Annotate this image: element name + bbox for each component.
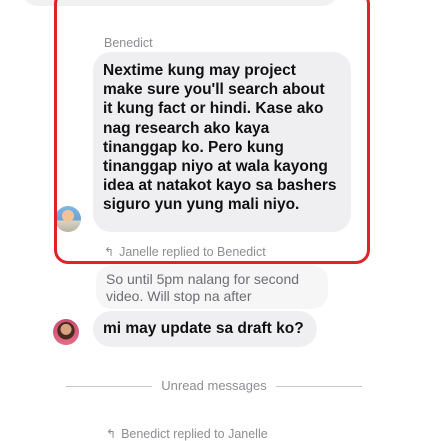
quoted-message[interactable]: So until 5pm nalang for second video. Wi… [96,265,328,309]
previous-message-bubble[interactable] [20,0,340,6]
reply-label: Janelle replied to Benedict [119,245,266,259]
reply-arrow-icon: ↰ [104,245,115,259]
divider-line-right [276,386,362,387]
avatar-janelle[interactable] [53,319,79,345]
message-text: Nextime kung may project make sure you'l… [103,62,337,214]
message-bubble-reply[interactable]: mi may update sa draft ko? [93,311,317,347]
reply-label-next: Benedict replied to Janelle [121,427,268,441]
unread-divider: Unread messages [66,377,362,395]
reply-arrow-icon: ↰ [106,427,117,441]
reply-indicator-next: ↰ Benedict replied to Janelle [106,427,268,441]
sender-name: Benedict [104,36,153,50]
message-bubble[interactable]: Nextime kung may project make sure you'l… [93,52,351,232]
avatar-benedict[interactable] [55,206,81,232]
reply-indicator: ↰ Janelle replied to Benedict [104,245,266,259]
